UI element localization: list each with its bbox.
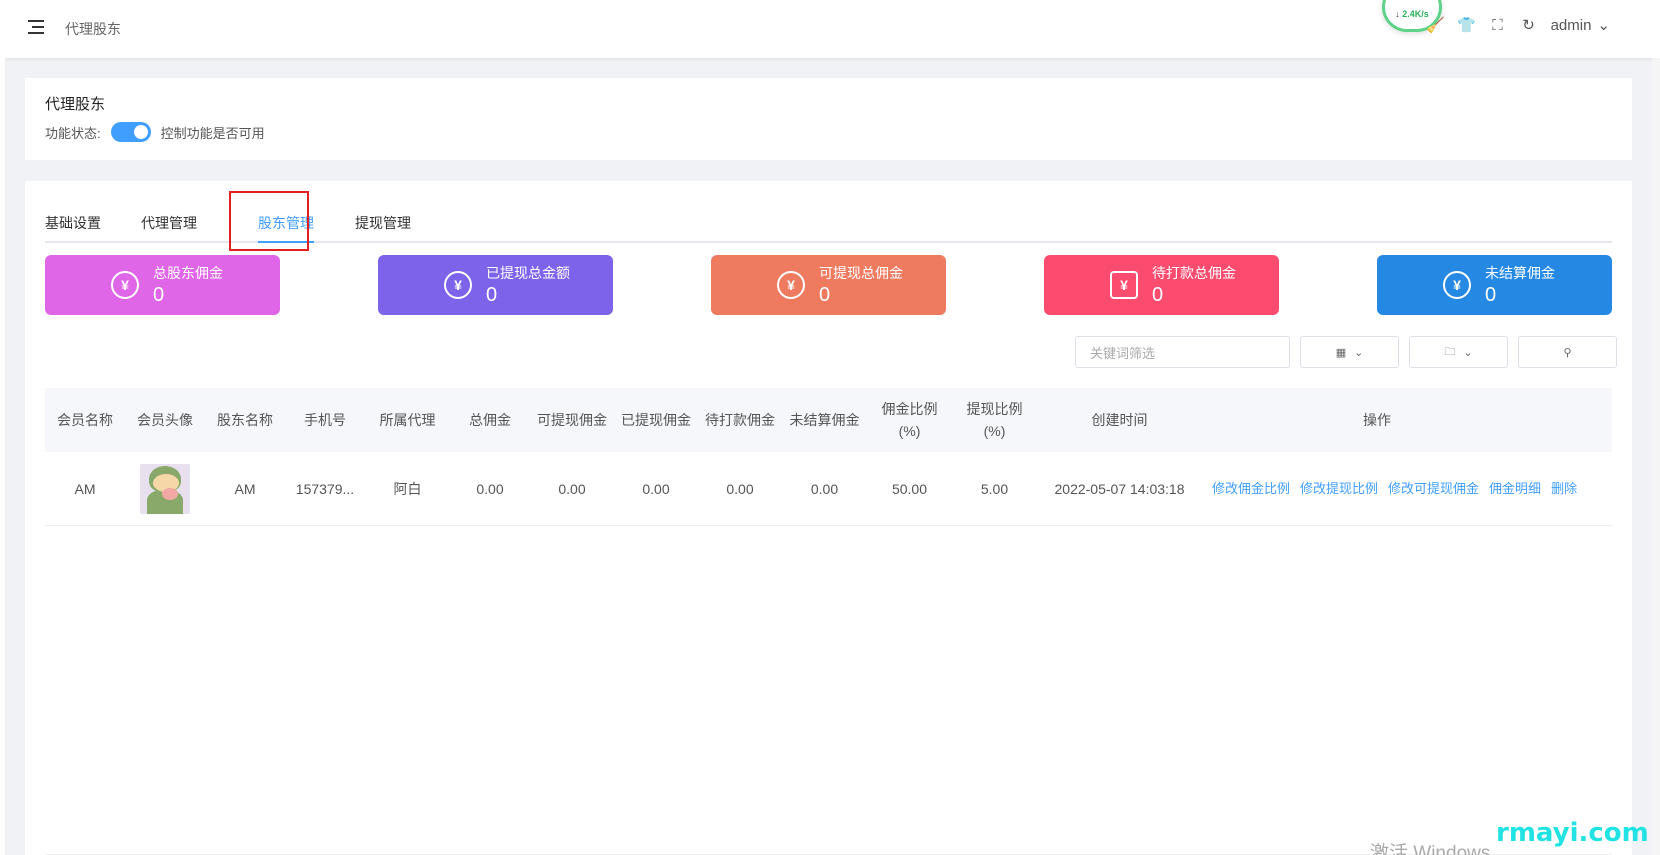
stat-value: 0 (819, 284, 831, 306)
tab-bar: 基础设置 代理管理 股东管理 提现管理 (45, 203, 1612, 243)
stat-label: 未结算佣金 (1485, 265, 1555, 281)
table-row: AM AM 157379... 阿白 0.00 0.00 0.00 0.00 0… (45, 452, 1612, 526)
folder-icon: 🗀 (1444, 345, 1456, 358)
breadcrumb: 代理股东 (65, 21, 121, 37)
stat-total-shareholder-commission: ¥ 总股东佣金 0 (45, 255, 280, 315)
shareholder-management-card: 基础设置 代理管理 股东管理 提现管理 ¥ 总股东佣金 0 ¥ 已提现总金额 0 ¥… (25, 181, 1632, 855)
cell-phone: 157379... (295, 480, 355, 497)
net-speed: 2.4K/s (1402, 9, 1429, 19)
stat-value: 0 (153, 284, 165, 306)
scrollbar[interactable] (1652, 58, 1660, 855)
col-agent: 所属代理 (379, 412, 436, 428)
header-tools: 🧹 👕 ⛶ ↻ admin ⌄ (1426, 16, 1610, 35)
cell-total: 0.00 (476, 480, 504, 497)
col-withdrawable: 可提现佣金 (537, 412, 607, 428)
edit-withdraw-ratio-link[interactable]: 修改提现比例 (1300, 478, 1378, 500)
shirt-icon[interactable]: 👕 (1457, 16, 1476, 34)
user-menu[interactable]: admin ⌄ (1550, 16, 1610, 35)
menu-toggle-icon[interactable] (28, 20, 44, 34)
broom-icon[interactable]: 🧹 (1426, 16, 1445, 34)
module-status-card: 代理股东 功能状态: 控制功能是否可用 (25, 78, 1632, 160)
avatar (140, 463, 190, 514)
cell-actions: 修改佣金比例 修改提现比例 修改可提现佣金 佣金明细 删除 (1202, 452, 1577, 525)
refresh-icon[interactable]: ↻ (1520, 16, 1538, 34)
yuan-clock-icon: ¥ (1110, 271, 1138, 299)
stat-label: 可提现总佣金 (819, 265, 903, 281)
cell-commission-ratio: 50.00 (891, 480, 928, 497)
stat-pending-payout: ¥ 待打款总佣金 0 (1044, 255, 1279, 315)
grid-icon: ▦ (1335, 346, 1347, 359)
top-bar: 代理股东 ↓ 2.4K/s 🧹 👕 ⛶ ↻ admin ⌄ (0, 0, 1660, 58)
cell-shareholder-name: AM (234, 480, 256, 497)
cell-avatar (125, 452, 205, 525)
status-description: 控制功能是否可用 (160, 125, 265, 141)
tab-basic-settings[interactable]: 基础设置 (45, 213, 101, 233)
cell-agent: 阿白 (393, 480, 422, 497)
module-title: 代理股东 (45, 96, 106, 113)
keyword-filter-input[interactable]: 关键词筛选 (1075, 336, 1290, 368)
tab-withdraw-management[interactable]: 提现管理 (355, 213, 411, 233)
tab-shareholder-management[interactable]: 股东管理 (258, 213, 314, 233)
cell-pending: 0.00 (726, 480, 754, 497)
col-member-name: 会员名称 (57, 412, 113, 428)
stat-value: 0 (1485, 284, 1497, 306)
yuan-transfer-icon: ¥ (444, 271, 472, 299)
col-withdrawn: 已提现佣金 (621, 412, 691, 428)
fullscreen-icon[interactable]: ⛶ (1489, 16, 1507, 34)
col-unsettled: 未结算佣金 (789, 412, 860, 428)
tab-agent-management[interactable]: 代理管理 (141, 213, 197, 233)
shareholder-table: 会员名称 会员头像 股东名称 手机号 所属代理 总佣金 可提现佣金 已提现佣金 … (45, 388, 1612, 526)
edit-withdrawable-link[interactable]: 修改可提现佣金 (1388, 478, 1479, 500)
brand-watermark: rmayi.com (1496, 818, 1649, 848)
cell-withdrawable: 0.00 (558, 480, 586, 497)
sidebar-edge (0, 58, 6, 855)
windows-watermark: 激活 Windows (1370, 843, 1491, 855)
stat-label: 总股东佣金 (153, 265, 223, 281)
status-label: 功能状态: (45, 125, 101, 141)
col-phone: 手机号 (304, 412, 346, 428)
stat-unsettled-commission: ¥ 未结算佣金 0 (1377, 255, 1612, 315)
col-actions: 操作 (1363, 412, 1391, 428)
stat-label: 待打款总佣金 (1152, 265, 1236, 281)
edit-commission-ratio-link[interactable]: 修改佣金比例 (1212, 478, 1290, 500)
column-select-button[interactable]: ▦ ⌄ (1300, 336, 1399, 368)
col-member-avatar: 会员头像 (137, 412, 193, 428)
active-tab-indicator (258, 241, 314, 243)
col-commission-ratio: 佣金比例(%) (881, 401, 938, 439)
cell-unsettled: 0.00 (810, 480, 839, 497)
user-name: admin (1550, 16, 1592, 34)
table-header: 会员名称 会员头像 股东名称 手机号 所属代理 总佣金 可提现佣金 已提现佣金 … (45, 388, 1612, 452)
delete-link[interactable]: 删除 (1551, 478, 1577, 500)
chevron-down-icon: ⌄ (1463, 346, 1473, 359)
cell-created-at: 2022-05-07 14:03:18 (1054, 480, 1185, 497)
chevron-down-icon: ⌄ (1597, 17, 1610, 34)
yuan-circle-icon: ¥ (1443, 271, 1471, 299)
col-withdraw-ratio: 提现比例(%) (966, 401, 1023, 439)
cell-member-name: AM (74, 480, 96, 497)
stat-value: 0 (486, 284, 498, 306)
export-button[interactable]: 🗀 ⌄ (1409, 336, 1508, 368)
stats-row: ¥ 总股东佣金 0 ¥ 已提现总金额 0 ¥ 可提现总佣金 0 ¥ 待打款总佣金 0 ¥… (45, 255, 1612, 315)
search-icon: ⚲ (1563, 346, 1572, 359)
status-toggle[interactable] (110, 122, 151, 142)
chevron-down-icon: ⌄ (1354, 346, 1364, 359)
col-shareholder-name: 股东名称 (217, 412, 273, 428)
col-pending: 待打款佣金 (705, 412, 775, 428)
filter-bar: 关键词筛选 ▦ ⌄ 🗀 ⌄ ⚲ (1075, 336, 1617, 368)
stat-withdrawable-commission: ¥ 可提现总佣金 0 (711, 255, 946, 315)
stat-label: 已提现总金额 (486, 265, 570, 281)
col-total-commission: 总佣金 (469, 412, 511, 428)
yuan-pie-icon: ¥ (111, 271, 139, 299)
cell-withdraw-ratio: 5.00 (980, 480, 1009, 497)
commission-detail-link[interactable]: 佣金明细 (1489, 478, 1541, 500)
col-created-at: 创建时间 (1091, 412, 1148, 428)
yuan-transfer-icon: ¥ (777, 271, 805, 299)
stat-total-withdrawn: ¥ 已提现总金额 0 (378, 255, 613, 315)
cell-withdrawn: 0.00 (642, 480, 670, 497)
search-button[interactable]: ⚲ (1518, 336, 1617, 368)
stat-value: 0 (1152, 284, 1164, 306)
